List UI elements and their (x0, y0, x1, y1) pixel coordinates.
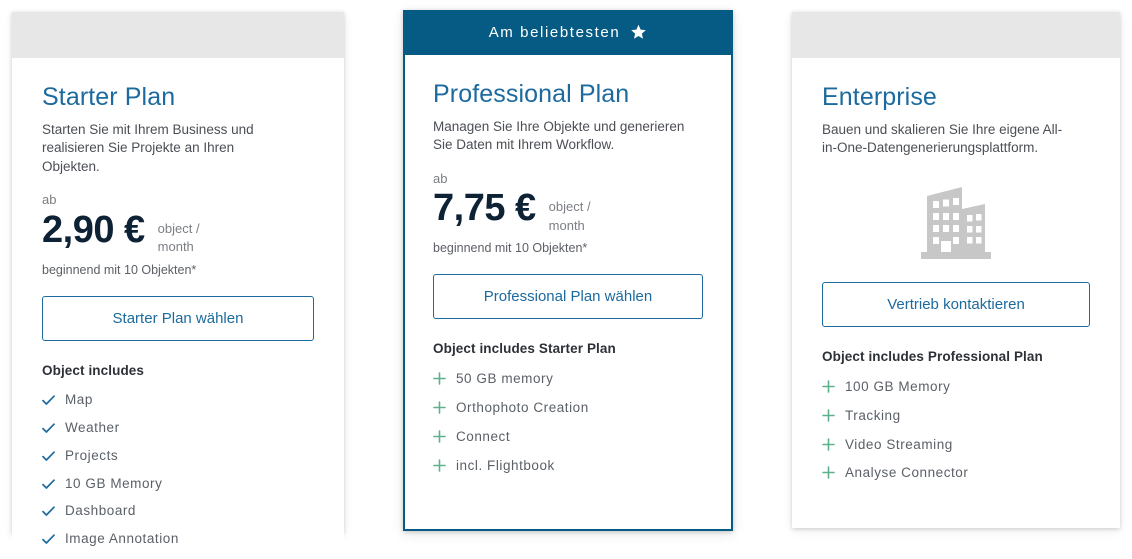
list-item: Tracking (822, 407, 1090, 425)
check-icon (42, 395, 55, 406)
check-icon (42, 423, 55, 434)
plus-icon (433, 401, 446, 414)
check-icon (42, 534, 55, 545)
plus-icon (433, 459, 446, 472)
price-unit: object / month (157, 220, 200, 255)
select-starter-plan-button[interactable]: Starter Plan wählen (42, 295, 314, 341)
contact-sales-button[interactable]: Vertrieb kontaktieren (822, 281, 1090, 327)
features-heading: Object includes (42, 362, 145, 378)
feature-label: incl. Flightbook (456, 457, 555, 473)
feature-label: 100 GB Memory (845, 378, 951, 394)
plus-icon (822, 466, 835, 480)
feature-label: Connect (456, 429, 511, 444)
list-item: Video Streaming (822, 436, 1090, 454)
list-item: Map (42, 392, 314, 409)
check-icon (42, 478, 55, 490)
price-row: 7,75 € object / month (433, 187, 703, 235)
price-prefix: ab (42, 192, 57, 208)
most-popular-label: Am beliebtesten (488, 24, 621, 41)
features-list-enterprise: 100 GB Memory Tracking Video Streaming A… (822, 378, 1090, 483)
plan-card-professional: Am beliebtesten Professional Plan Manage… (403, 10, 733, 531)
plus-icon (433, 430, 446, 443)
price-prefix: ab (433, 170, 448, 186)
feature-label: 50 GB memory (456, 371, 554, 387)
plan-description: Bauen und skalieren Sie Ihre eigene All-… (822, 121, 1063, 156)
plus-icon (822, 379, 835, 393)
feature-label: Image Annotation (65, 531, 179, 547)
plan-body-professional: Professional Plan Managen Sie Ihre Objek… (403, 55, 733, 531)
list-item: Connect (433, 428, 703, 446)
list-item: Image Annotation (42, 531, 314, 548)
plan-card-enterprise: Enterprise Bauen und skalieren Sie Ihre … (792, 12, 1120, 528)
card-top-band-starter (12, 12, 344, 58)
check-icon (42, 506, 55, 517)
feature-label: Tracking (845, 407, 901, 423)
feature-label: Orthophoto Creation (456, 400, 589, 416)
select-professional-plan-button[interactable]: Professional Plan wählen (433, 274, 703, 320)
office-building-icon (822, 174, 1090, 270)
list-item: Orthophoto Creation (433, 399, 703, 417)
feature-label: Video Streaming (845, 436, 953, 452)
page-title: Enterprise (822, 83, 937, 111)
features-heading: Object includes Professional Plan (822, 348, 1043, 364)
check-icon (42, 450, 55, 462)
plan-card-starter: Starter Plan Starten Sie mit Ihrem Busin… (12, 12, 344, 559)
features-list-starter: Map Weather Projects 10 GB Memory Dashbo… (42, 392, 314, 548)
most-popular-badge: Am beliebtesten (403, 10, 733, 55)
card-top-band-enterprise (792, 12, 1120, 58)
plus-icon (433, 372, 446, 386)
page-title: Starter Plan (42, 83, 176, 111)
list-item: Dashboard (42, 503, 314, 520)
list-item: 100 GB Memory (822, 378, 1090, 396)
price-unit: object / month (548, 199, 591, 233)
star-icon (630, 24, 647, 41)
list-item: 10 GB Memory (42, 476, 314, 493)
price-note: beginnend mit 10 Objekten* (433, 241, 588, 256)
plan-description: Managen Sie Ihre Objekte und generieren … (433, 118, 685, 153)
plan-body-enterprise: Enterprise Bauen und skalieren Sie Ihre … (792, 58, 1120, 528)
page-title: Professional Plan (433, 80, 630, 108)
list-item: Analyse Connector (822, 464, 1090, 482)
feature-label: Analyse Connector (845, 465, 969, 481)
plus-icon (822, 408, 835, 422)
price-amount: 7,75 € (433, 187, 536, 230)
features-list-professional: 50 GB memory Orthophoto Creation Connect… (433, 370, 703, 475)
feature-label: Weather (65, 419, 120, 435)
features-heading: Object includes Starter Plan (433, 341, 616, 357)
feature-label: 10 GB Memory (65, 475, 163, 491)
price-row: 2,90 € object / month (42, 209, 314, 257)
list-item: Weather (42, 420, 314, 437)
plus-icon (822, 437, 835, 451)
plan-description: Starten Sie mit Ihrem Business und reali… (42, 121, 254, 174)
feature-label: Map (65, 391, 93, 407)
list-item: Projects (42, 448, 314, 465)
plan-body-starter: Starter Plan Starten Sie mit Ihrem Busin… (12, 58, 344, 559)
price-note: beginnend mit 10 Objekten* (42, 262, 197, 277)
feature-label: Projects (65, 447, 119, 463)
feature-label: Dashboard (65, 503, 136, 519)
list-item: 50 GB memory (433, 370, 703, 388)
list-item: incl. Flightbook (433, 457, 703, 475)
price-amount: 2,90 € (42, 208, 145, 251)
pricing-plans-section: Starter Plan Starten Sie mit Ihrem Busin… (0, 0, 1132, 559)
